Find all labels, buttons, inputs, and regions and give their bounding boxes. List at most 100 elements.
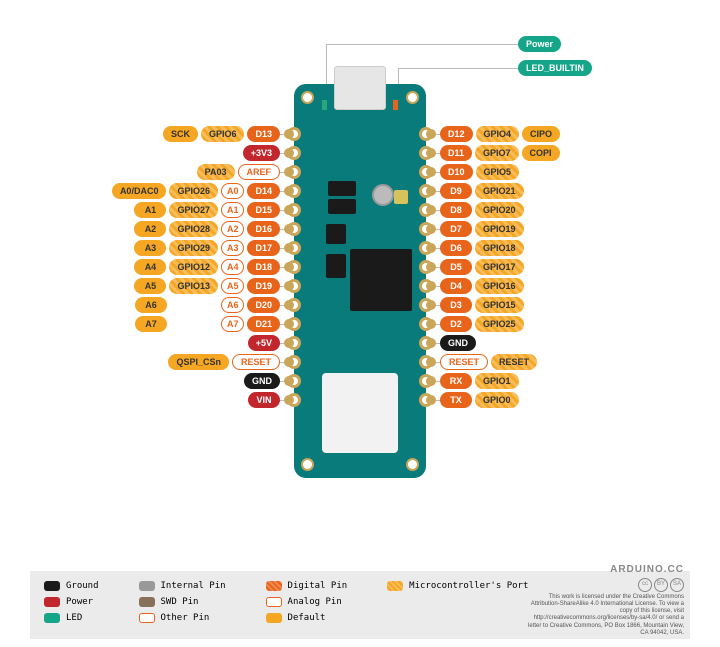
pin-label-gpio7: GPIO7 — [475, 145, 519, 161]
legend: Ground Power LED Internal Pin SWD Pin Other … — [30, 571, 690, 639]
pin-label-gpio6: GPIO6 — [201, 126, 245, 142]
legend-label: Analog Pin — [288, 597, 342, 607]
pin-label-a3: A3 — [221, 240, 245, 256]
pin-label-reset: RESET — [440, 354, 488, 370]
legend-swatch — [44, 597, 60, 607]
legend-swatch — [139, 581, 155, 591]
pin-label-gpio20: GPIO20 — [475, 202, 524, 218]
pin-row: RESETRESET — [440, 354, 537, 370]
pin-label-reset: RESET — [232, 354, 280, 370]
pin-label-gpio0: GPIO0 — [475, 392, 519, 408]
pin-row: D10GPIO5 — [440, 164, 519, 180]
pin-row: D2GPIO25 — [440, 316, 524, 332]
pin-label-a0-dac0: A0/DAC0 — [112, 183, 167, 199]
license-text: This work is licensed under the Creative… — [524, 594, 684, 637]
pin-label-reset: RESET — [491, 354, 537, 370]
pin-row: RXGPIO1 — [440, 373, 519, 389]
pin-label-gpio16: GPIO16 — [475, 278, 524, 294]
pin-label-a5: A5 — [221, 278, 245, 294]
pin-label-d19: D19 — [247, 278, 280, 294]
legend-label: Digital Pin — [288, 581, 348, 591]
pin-label-a5: A5 — [134, 278, 166, 294]
pin-row: D9GPIO21 — [440, 183, 524, 199]
pin-label-d16: D16 — [247, 221, 280, 237]
pin-label-a2: A2 — [134, 221, 166, 237]
pin-row: TXGPIO0 — [440, 392, 519, 408]
legend-swatch — [139, 597, 155, 607]
pin-row: D13GPIO6SCK — [163, 126, 280, 142]
pin-row: AREFPA03 — [197, 164, 280, 180]
pin-row: D15A1GPIO27A1 — [134, 202, 280, 218]
pin-label-gpio1: GPIO1 — [475, 373, 519, 389]
legend-swatch — [387, 581, 403, 591]
pin-label-rx: RX — [440, 373, 472, 389]
pin-label-d17: D17 — [247, 240, 280, 256]
power-led — [322, 100, 327, 110]
legend-label: Microcontroller's Port — [409, 581, 528, 591]
pin-label-d12: D12 — [440, 126, 473, 142]
pin-label-gpio5: GPIO5 — [476, 164, 520, 180]
pinout-canvas: Power LED_BUILTIN D13GPIO6SCK+3V3AREFPA0… — [0, 0, 720, 565]
legend-item-default: Default — [266, 613, 348, 623]
pin-label-pa03: PA03 — [197, 164, 235, 180]
pin-label-d2: D2 — [440, 316, 472, 332]
pin-row: D21A7A7 — [135, 316, 280, 332]
pin-label--5v: +5V — [248, 335, 280, 351]
pin-row: D8GPIO20 — [440, 202, 524, 218]
pin-label-sck: SCK — [163, 126, 198, 142]
legend-item-led: LED — [44, 613, 99, 623]
pin-label-d21: D21 — [247, 316, 280, 332]
pin-row: D17A3GPIO29A3 — [134, 240, 280, 256]
pin-label-d5: D5 — [440, 259, 472, 275]
legend-label: Default — [288, 613, 326, 623]
pin-label-gpio27: GPIO27 — [169, 202, 218, 218]
legend-label: Power — [66, 597, 93, 607]
main-chip — [350, 249, 412, 311]
pin-label-gpio25: GPIO25 — [475, 316, 524, 332]
pin-label-gpio13: GPIO13 — [169, 278, 218, 294]
legend-swatch — [266, 597, 282, 607]
pin-label-a4: A4 — [134, 259, 166, 275]
pin-label-cipo: CIPO — [522, 126, 560, 142]
pin-label-d4: D4 — [440, 278, 472, 294]
legend-item-power: Power — [44, 597, 99, 607]
pin-label-gpio19: GPIO19 — [475, 221, 524, 237]
pin-label-gpio4: GPIO4 — [476, 126, 520, 142]
legend-label: Internal Pin — [161, 581, 226, 591]
pin-label-d6: D6 — [440, 240, 472, 256]
pin-label-vin: VIN — [248, 392, 280, 408]
pin-label-a6: A6 — [221, 297, 245, 313]
pin-row: D16A2GPIO28A2 — [134, 221, 280, 237]
pin-label-d13: D13 — [247, 126, 280, 142]
pin-label-gpio15: GPIO15 — [475, 297, 524, 313]
pin-label-d10: D10 — [440, 164, 473, 180]
legend-swatch — [266, 613, 282, 623]
brand-site: ARDUINO.CC — [524, 564, 684, 576]
pin-label-d15: D15 — [247, 202, 280, 218]
pin-row: VIN — [248, 392, 280, 408]
legend-swatch — [44, 613, 60, 623]
pin-label-a1: A1 — [134, 202, 166, 218]
pin-label-a7: A7 — [135, 316, 167, 332]
pin-label-d7: D7 — [440, 221, 472, 237]
pin-row: D4GPIO16 — [440, 278, 524, 294]
pin-label-d8: D8 — [440, 202, 472, 218]
pin-label-d3: D3 — [440, 297, 472, 313]
pin-label-a0: A0 — [221, 183, 245, 199]
pin-label-qspi-csn: QSPI_CSn — [168, 354, 229, 370]
pin-label-d9: D9 — [440, 183, 472, 199]
pin-label-gpio21: GPIO21 — [475, 183, 524, 199]
pin-row: D6GPIO18 — [440, 240, 524, 256]
legend-label: Other Pin — [161, 613, 210, 623]
legend-item-swd-pin: SWD Pin — [139, 597, 226, 607]
label-led-builtin: LED_BUILTIN — [518, 60, 592, 76]
legend-swatch — [266, 581, 282, 591]
branding: ARDUINO.CC ccBYSA This work is licensed … — [524, 564, 684, 637]
legend-item-ground: Ground — [44, 581, 99, 591]
pin-label-gpio28: GPIO28 — [169, 221, 218, 237]
pin-row: GND — [244, 373, 280, 389]
pin-row: +3V3 — [243, 145, 280, 161]
pin-label-a4: A4 — [221, 259, 245, 275]
pin-row: D11GPIO7COPI — [440, 145, 560, 161]
pin-label--3v3: +3V3 — [243, 145, 280, 161]
